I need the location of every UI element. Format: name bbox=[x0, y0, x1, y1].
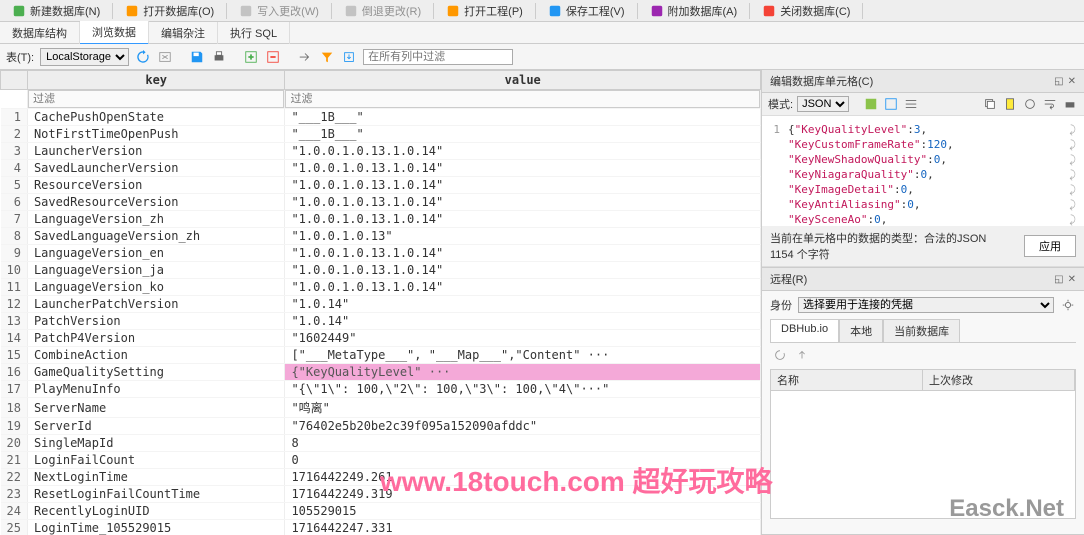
import-icon[interactable] bbox=[863, 96, 879, 112]
table-row[interactable]: 1CachePushOpenState"___1B___" bbox=[1, 109, 761, 126]
table-row[interactable]: 8SavedLanguageVersion_zh"1.0.0.1.0.13" bbox=[1, 228, 761, 245]
table-row[interactable]: 18ServerName"鸣离" bbox=[1, 398, 761, 418]
table-row[interactable]: 19ServerId"76402e5b20be2c39f095a152090af… bbox=[1, 418, 761, 435]
status-chars: 1154 个字符 bbox=[770, 246, 986, 262]
toolbar-button[interactable]: 附加数据库(A) bbox=[642, 1, 746, 21]
table-row[interactable]: 22NextLoginTime1716442249.261 bbox=[1, 469, 761, 486]
table-toolbar: 表(T): LocalStorage bbox=[0, 44, 1084, 70]
save-icon[interactable] bbox=[189, 49, 205, 65]
wrap-icon[interactable] bbox=[1042, 96, 1058, 112]
format-icon[interactable] bbox=[1022, 96, 1038, 112]
status-type: 当前在单元格中的数据的类型：合法的JSON bbox=[770, 230, 986, 246]
remote-tab[interactable]: 本地 bbox=[839, 319, 883, 342]
column-header[interactable]: key bbox=[27, 71, 285, 90]
toolbar-button[interactable]: 保存工程(V) bbox=[540, 1, 633, 21]
table-row[interactable]: 13PatchVersion"1.0.14" bbox=[1, 313, 761, 330]
table-label: 表(T): bbox=[6, 49, 34, 65]
table-row[interactable]: 11LanguageVersion_ko"1.0.0.1.0.13.1.0.14… bbox=[1, 279, 761, 296]
remote-table[interactable]: 名称 上次修改 bbox=[770, 369, 1076, 519]
table-row[interactable]: 4SavedLauncherVersion"1.0.0.1.0.13.1.0.1… bbox=[1, 160, 761, 177]
identity-settings-icon[interactable] bbox=[1060, 297, 1076, 313]
view-tab[interactable]: 数据库结构 bbox=[0, 22, 80, 44]
delete-row-icon[interactable] bbox=[265, 49, 281, 65]
apply-button[interactable]: 应用 bbox=[1024, 235, 1076, 257]
toolbar-button[interactable]: 倒退更改(R) bbox=[336, 1, 429, 21]
table-row[interactable]: 16GameQualitySetting{"KeyQualityLevel" ·… bbox=[1, 364, 761, 381]
toolbar-button[interactable]: 打开数据库(O) bbox=[117, 1, 222, 21]
col-name: 名称 bbox=[771, 370, 923, 390]
insert-row-icon[interactable] bbox=[243, 49, 259, 65]
paste-icon[interactable] bbox=[1002, 96, 1018, 112]
table-row[interactable]: 9LanguageVersion_en"1.0.0.1.0.13.1.0.14" bbox=[1, 245, 761, 262]
goto-icon[interactable] bbox=[297, 49, 313, 65]
json-editor[interactable]: 1{"KeyQualityLevel":3,⤸"KeyCustomFrameRa… bbox=[762, 116, 1084, 226]
close-icon[interactable]: ✕ bbox=[1068, 274, 1076, 285]
table-row[interactable]: 7LanguageVersion_zh"1.0.0.1.0.13.1.0.14" bbox=[1, 211, 761, 228]
view-tab[interactable]: 编辑杂注 bbox=[149, 22, 218, 44]
export-icon[interactable] bbox=[341, 49, 357, 65]
toolbar-button[interactable]: 关闭数据库(C) bbox=[754, 1, 858, 21]
remote-tab[interactable]: 当前数据库 bbox=[883, 319, 960, 342]
view-tab[interactable]: 浏览数据 bbox=[80, 21, 149, 45]
table-row[interactable]: 12LauncherPatchVersion"1.0.14" bbox=[1, 296, 761, 313]
table-row[interactable]: 2NotFirstTimeOpenPush"___1B___" bbox=[1, 126, 761, 143]
view-tabs: 数据库结构浏览数据编辑杂注执行 SQL bbox=[0, 22, 1084, 44]
column-filter[interactable] bbox=[28, 90, 285, 108]
table-row[interactable]: 21LoginFailCount0 bbox=[1, 452, 761, 469]
table-row[interactable]: 23ResetLoginFailCountTime1716442249.319 bbox=[1, 486, 761, 503]
table-select[interactable]: LocalStorage bbox=[40, 48, 129, 66]
toolbar-button[interactable]: 写入更改(W) bbox=[231, 1, 327, 21]
table-row[interactable]: 17PlayMenuInfo"{\"1\": 100,\"2\": 100,\"… bbox=[1, 381, 761, 398]
export-data-icon[interactable] bbox=[883, 96, 899, 112]
table-row[interactable]: 3LauncherVersion"1.0.0.1.0.13.1.0.14" bbox=[1, 143, 761, 160]
identity-select[interactable]: 选择要用于连接的凭据 bbox=[798, 297, 1054, 313]
toolbar-button[interactable]: 新建数据库(N) bbox=[4, 1, 108, 21]
table-row[interactable]: 6SavedResourceVersion"1.0.0.1.0.13.1.0.1… bbox=[1, 194, 761, 211]
refresh-icon[interactable] bbox=[135, 49, 151, 65]
table-row[interactable]: 25LoginTime_1055290151716442247.331 bbox=[1, 520, 761, 535]
print-json-icon[interactable] bbox=[1062, 96, 1078, 112]
undock-icon[interactable]: ◱ bbox=[1054, 274, 1063, 285]
toolbar-button[interactable]: 打开工程(P) bbox=[438, 1, 531, 21]
table-row[interactable]: 5ResourceVersion"1.0.0.1.0.13.1.0.14" bbox=[1, 177, 761, 194]
remote-panel-header: 远程(R) ◱ ✕ bbox=[762, 268, 1084, 291]
column-filter-input[interactable] bbox=[363, 49, 513, 65]
remote-title: 远程(R) bbox=[770, 271, 807, 287]
main-toolbar: 新建数据库(N) 打开数据库(O) 写入更改(W) 倒退更改(R) 打开工程(P) 保存工… bbox=[0, 0, 1084, 22]
table-row[interactable]: 20SingleMapId8 bbox=[1, 435, 761, 452]
filter-icon[interactable] bbox=[319, 49, 335, 65]
view-tab[interactable]: 执行 SQL bbox=[218, 22, 290, 44]
editor-title: 编辑数据库单元格(C) bbox=[770, 73, 873, 89]
data-grid[interactable]: keyvalue 1CachePushOpenState"___1B___"2No… bbox=[0, 70, 761, 535]
print-icon[interactable] bbox=[211, 49, 227, 65]
table-row[interactable]: 15CombineAction["___MetaType___", "___Ma… bbox=[1, 347, 761, 364]
column-header[interactable]: value bbox=[285, 71, 761, 90]
mode-select[interactable]: JSON bbox=[797, 96, 849, 112]
clear-icon[interactable] bbox=[157, 49, 173, 65]
identity-label: 身份 bbox=[770, 297, 792, 313]
null-icon[interactable] bbox=[903, 96, 919, 112]
remote-tab[interactable]: DBHub.io bbox=[770, 319, 839, 342]
upload-icon[interactable] bbox=[794, 347, 810, 363]
table-row[interactable]: 14PatchP4Version"1602449" bbox=[1, 330, 761, 347]
table-row[interactable]: 24RecentlyLoginUID105529015 bbox=[1, 503, 761, 520]
editor-panel-header: 编辑数据库单元格(C) ◱ ✕ bbox=[762, 70, 1084, 93]
refresh-remote-icon[interactable] bbox=[772, 347, 788, 363]
copy-icon[interactable] bbox=[982, 96, 998, 112]
undock-icon[interactable]: ◱ bbox=[1054, 76, 1063, 87]
mode-label: 模式: bbox=[768, 96, 793, 112]
col-modified: 上次修改 bbox=[923, 370, 1075, 390]
close-icon[interactable]: ✕ bbox=[1068, 76, 1076, 87]
column-filter[interactable] bbox=[285, 90, 760, 108]
table-row[interactable]: 10LanguageVersion_ja"1.0.0.1.0.13.1.0.14… bbox=[1, 262, 761, 279]
